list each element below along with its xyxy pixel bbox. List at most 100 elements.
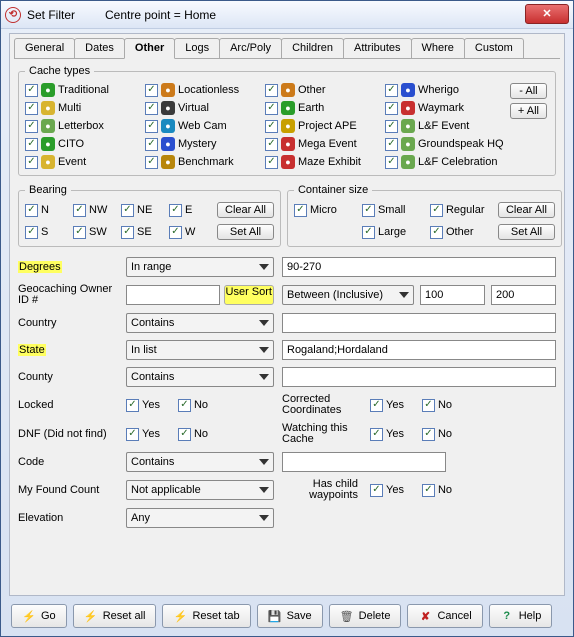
locked-label: Locked (18, 399, 118, 411)
tab-other[interactable]: Other (124, 38, 175, 59)
cache-type-check[interactable] (385, 120, 398, 133)
minus-all-button[interactable]: - All (510, 83, 547, 99)
bearing-set-button[interactable]: Set All (217, 224, 274, 240)
state-combo[interactable]: In list (126, 340, 274, 360)
dnf-no-check[interactable] (178, 428, 191, 441)
cache-type-check[interactable] (145, 102, 158, 115)
locked-no-check[interactable] (178, 399, 191, 412)
cache-type-check[interactable] (25, 84, 38, 97)
owner-from-input[interactable] (420, 285, 485, 305)
reset-all-button[interactable]: ⚡Reset all (73, 604, 157, 628)
trash-icon: 🗑 (340, 609, 354, 623)
question-icon: ? (500, 609, 514, 623)
county-input[interactable] (282, 367, 556, 387)
cache-type-icon: ● (161, 155, 175, 169)
container-set-button[interactable]: Set All (498, 224, 555, 240)
close-button[interactable]: ✕ (525, 4, 569, 24)
cache-type-icon: ● (161, 101, 175, 115)
bearing-W-check[interactable] (169, 226, 182, 239)
country-combo[interactable]: Contains (126, 313, 274, 333)
found-combo[interactable]: Not applicable (126, 480, 274, 500)
tab-custom[interactable]: Custom (464, 38, 524, 58)
tab-where[interactable]: Where (411, 38, 465, 58)
tab-children[interactable]: Children (281, 38, 344, 58)
state-input[interactable] (282, 340, 556, 360)
reset-tab-button[interactable]: ⚡Reset tab (162, 604, 250, 628)
size-Other-check[interactable] (430, 226, 443, 239)
bearing-E-check[interactable] (169, 204, 182, 217)
county-label: County (18, 371, 118, 383)
bearing-NE-check[interactable] (121, 204, 134, 217)
degrees-input[interactable] (282, 257, 556, 277)
titlebar: ⟲ Set Filter Centre point = Home ✕ (1, 1, 573, 29)
tab-attributes[interactable]: Attributes (343, 38, 411, 58)
watching-yes-check[interactable] (370, 428, 383, 441)
cache-type-check[interactable] (25, 120, 38, 133)
plus-all-button[interactable]: + All (510, 103, 547, 119)
cache-type-check[interactable] (265, 120, 278, 133)
tab-general[interactable]: General (14, 38, 75, 58)
cache-type-icon: ● (41, 83, 55, 97)
tab-arcpoly[interactable]: Arc/Poly (219, 38, 282, 58)
tab-dates[interactable]: Dates (74, 38, 125, 58)
cache-type-check[interactable] (145, 84, 158, 97)
bearing-N-check[interactable] (25, 204, 38, 217)
cache-type-check[interactable] (265, 84, 278, 97)
cache-type-check[interactable] (25, 156, 38, 169)
code-combo[interactable]: Contains (126, 452, 274, 472)
container-clear-button[interactable]: Clear All (498, 202, 555, 218)
cache-type-check[interactable] (385, 102, 398, 115)
country-input[interactable] (282, 313, 556, 333)
locked-yes-check[interactable] (126, 399, 139, 412)
dnf-yes-check[interactable] (126, 428, 139, 441)
degrees-combo[interactable]: In range (126, 257, 274, 277)
save-button[interactable]: 💾Save (257, 604, 323, 628)
bearing-SE-check[interactable] (121, 226, 134, 239)
haschild-yes-check[interactable] (370, 484, 383, 497)
corrected-no-check[interactable] (422, 399, 435, 412)
county-combo[interactable]: Contains (126, 367, 274, 387)
cache-type-check[interactable] (385, 138, 398, 151)
cache-type-check[interactable] (25, 138, 38, 151)
elevation-combo[interactable]: Any (126, 508, 274, 528)
degrees-label: Degrees (18, 261, 62, 273)
owner-range-combo[interactable]: Between (Inclusive) (282, 285, 414, 305)
tab-logs[interactable]: Logs (174, 38, 220, 58)
cache-type-check[interactable] (145, 156, 158, 169)
bearing-clear-button[interactable]: Clear All (217, 202, 274, 218)
cache-type-check[interactable] (385, 156, 398, 169)
floppy-icon: 💾 (268, 609, 282, 623)
cache-type-check[interactable] (385, 84, 398, 97)
cache-type-check[interactable] (265, 102, 278, 115)
cache-type-check[interactable] (265, 156, 278, 169)
size-Small-check[interactable] (362, 204, 375, 217)
cache-type-check[interactable] (265, 138, 278, 151)
bearing-S-check[interactable] (25, 226, 38, 239)
watching-no-check[interactable] (422, 428, 435, 441)
code-input[interactable] (282, 452, 446, 472)
size-Regular-check[interactable] (430, 204, 443, 217)
cache-type-check[interactable] (145, 120, 158, 133)
user-sort-button[interactable]: User Sort (224, 285, 274, 305)
haschild-no-check[interactable] (422, 484, 435, 497)
size-Large-check[interactable] (362, 226, 375, 239)
country-label: Country (18, 317, 118, 329)
cache-type-earth: ●Earth (265, 101, 385, 115)
cache-type-check[interactable] (25, 102, 38, 115)
form-area: Degrees In range Geocaching Owner ID # U… (18, 257, 556, 528)
bearing-legend: Bearing (25, 184, 71, 196)
bearing-SW-check[interactable] (73, 226, 86, 239)
size-Micro-check[interactable] (294, 204, 307, 217)
bearing-NW-check[interactable] (73, 204, 86, 217)
cancel-button[interactable]: ✘Cancel (407, 604, 482, 628)
go-button[interactable]: ⚡Go (11, 604, 67, 628)
window: ⟲ Set Filter Centre point = Home ✕ Gener… (0, 0, 574, 637)
cache-type-check[interactable] (145, 138, 158, 151)
cache-type-icon: ● (281, 119, 295, 133)
corrected-yes-check[interactable] (370, 399, 383, 412)
owner-to-input[interactable] (491, 285, 556, 305)
help-button[interactable]: ?Help (489, 604, 553, 628)
owner-input[interactable] (126, 285, 220, 305)
cache-type-maze-exhibit: ●Maze Exhibit (265, 155, 385, 169)
delete-button[interactable]: 🗑Delete (329, 604, 402, 628)
